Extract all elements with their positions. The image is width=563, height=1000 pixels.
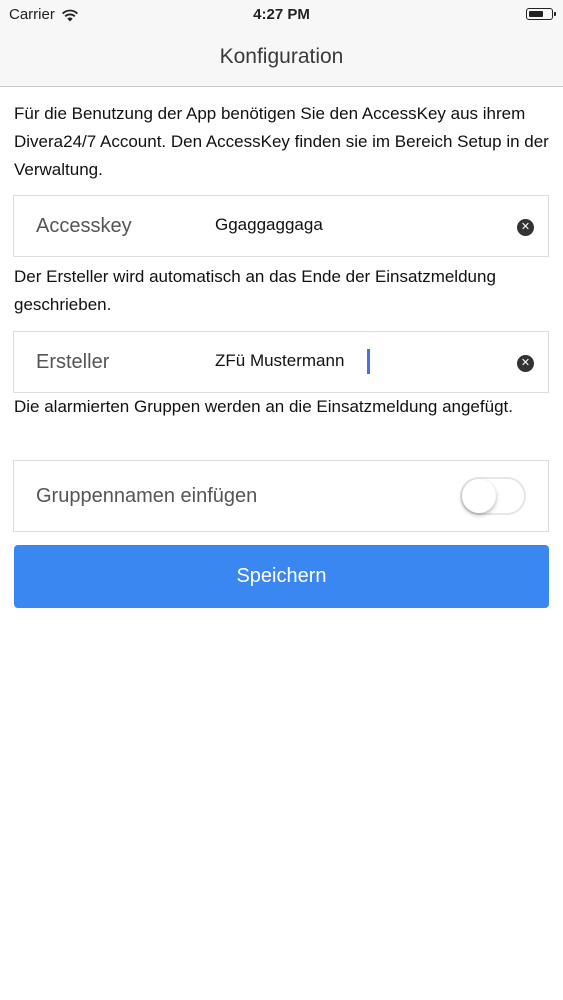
save-button[interactable]: Speichern xyxy=(14,545,549,608)
ersteller-description: Der Ersteller wird automatisch an das En… xyxy=(14,267,496,314)
gruppen-row: Gruppennamen einfügen xyxy=(13,460,549,532)
gruppen-description: Die alarmierten Gruppen werden an die Ei… xyxy=(14,397,513,416)
page-title: Konfiguration xyxy=(219,45,344,68)
gruppen-toggle[interactable] xyxy=(460,477,526,515)
status-time: 4:27 PM xyxy=(253,6,310,23)
ersteller-label: Ersteller xyxy=(36,351,110,373)
ersteller-row: Ersteller ZFü Mustermann ✕ xyxy=(13,331,549,393)
navigation-bar: Konfiguration xyxy=(0,30,563,87)
ersteller-clear-icon[interactable]: ✕ xyxy=(517,355,534,372)
accesskey-clear-icon[interactable]: ✕ xyxy=(517,219,534,236)
gruppen-label: Gruppennamen einfügen xyxy=(36,485,258,507)
accesskey-row: Accesskey Ggaggaggaga ✕ xyxy=(13,195,549,257)
status-bar: Carrier 4:27 PM xyxy=(0,0,563,30)
accesskey-description: Für die Benutzung der App benötigen Sie … xyxy=(14,104,549,179)
text-cursor xyxy=(367,349,370,374)
accesskey-input[interactable]: Ggaggaggaga xyxy=(215,215,495,235)
accesskey-label: Accesskey xyxy=(36,215,132,237)
battery-icon xyxy=(526,8,556,20)
ersteller-input[interactable]: ZFü Mustermann xyxy=(215,351,495,371)
toggle-knob xyxy=(462,479,496,513)
